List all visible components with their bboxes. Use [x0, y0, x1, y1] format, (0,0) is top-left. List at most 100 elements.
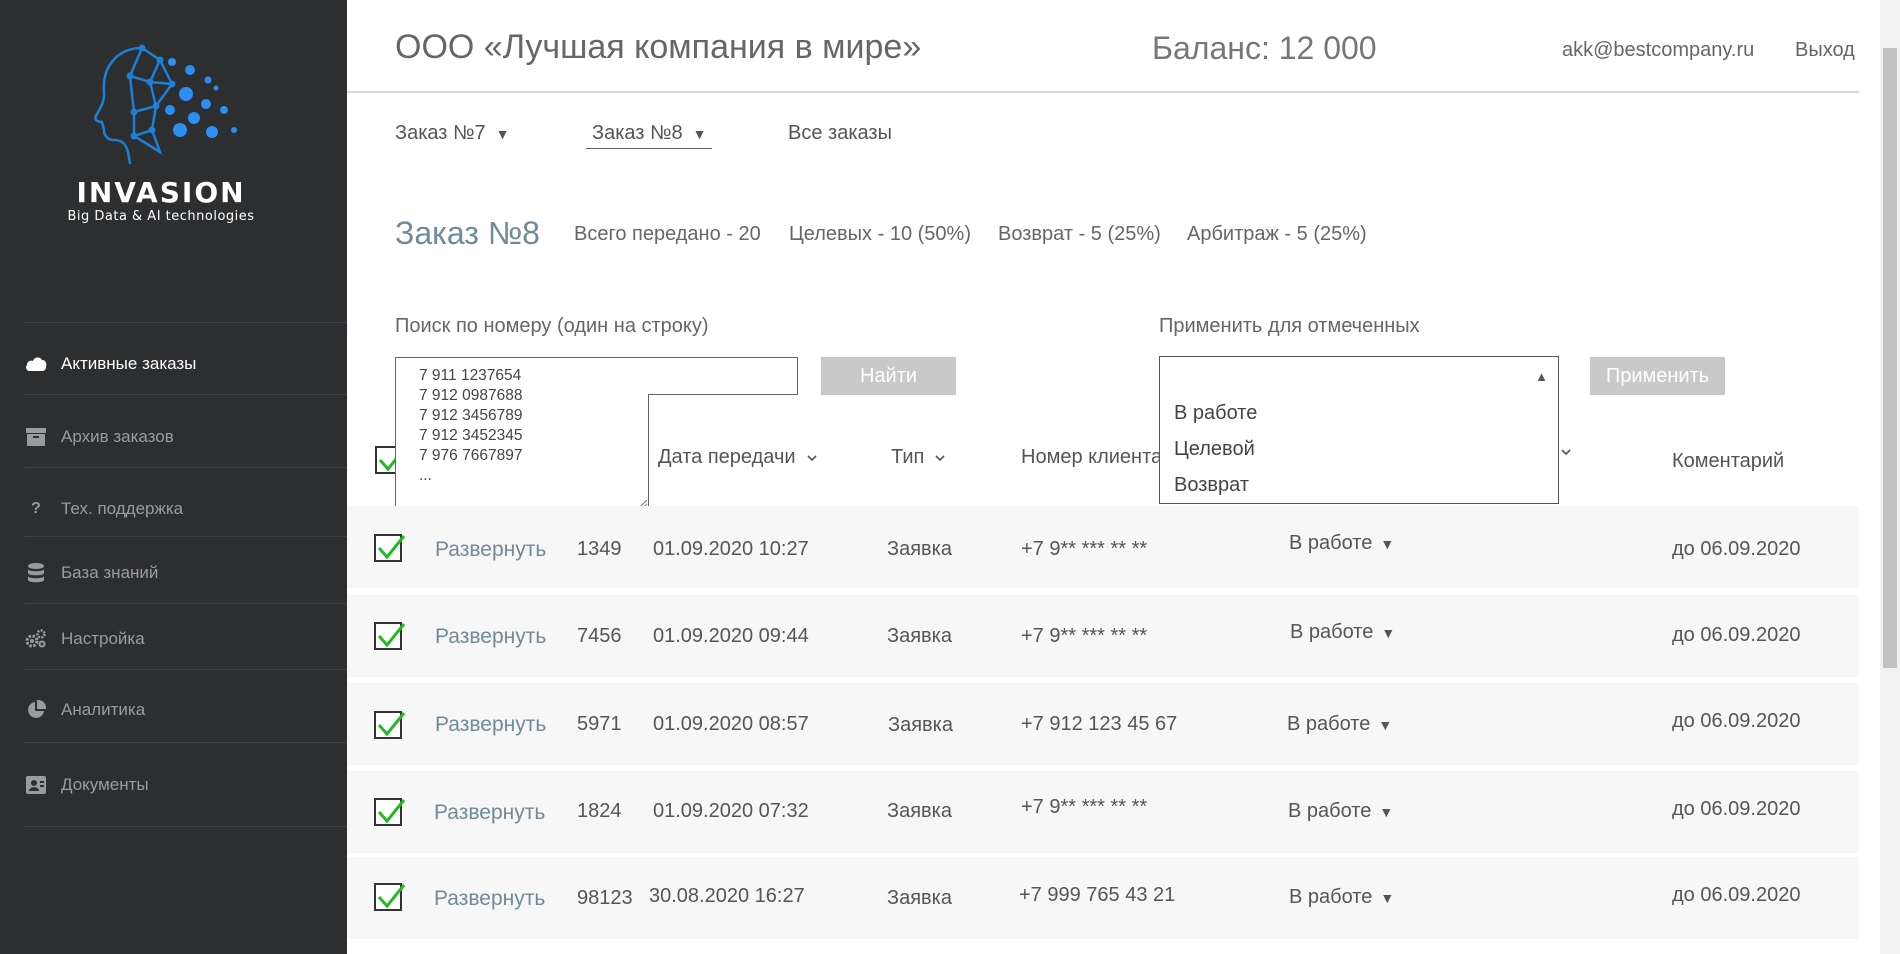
- triangle-down-icon: ▼: [1378, 717, 1393, 733]
- triangle-down-icon: ▼: [1381, 625, 1396, 641]
- triangle-down-icon: ▼: [1379, 804, 1394, 820]
- row-checkbox[interactable]: [374, 883, 406, 911]
- sidebar-item-analytics[interactable]: Аналитика: [24, 692, 324, 728]
- sidebar-item-active-orders[interactable]: Активные заказы: [24, 346, 324, 382]
- divider: [25, 669, 347, 670]
- apply-button[interactable]: Применить: [1590, 357, 1725, 395]
- transfer-date: 01.09.2020 10:27: [653, 538, 809, 560]
- status-select-dropdown[interactable]: ▲ В работе Целевой Возврат: [1159, 356, 1559, 504]
- stat-target: Целевых - 10 (50%): [789, 223, 971, 245]
- transfer-date: 01.09.2020 07:32: [653, 800, 809, 822]
- client-phone: +7 912 123 45 67: [1021, 713, 1178, 735]
- row-comment: до 06.09.2020: [1672, 624, 1801, 646]
- apply-label: Применить для отмеченных: [1159, 315, 1420, 337]
- row-type: Заявка: [888, 714, 953, 736]
- expand-link[interactable]: Развернуть: [434, 887, 545, 911]
- order-id: 7456: [577, 625, 622, 647]
- divider: [25, 826, 347, 827]
- divider: [25, 603, 347, 604]
- client-phone: +7 9** *** ** **: [1021, 625, 1148, 647]
- question-icon: ?: [31, 500, 41, 517]
- logout-link[interactable]: Выход: [1795, 39, 1855, 62]
- column-header-type[interactable]: Тип: [891, 446, 946, 469]
- divider: [25, 742, 347, 743]
- sidebar-item-knowledge-base[interactable]: База знаний: [24, 555, 324, 591]
- sidebar-item-archive[interactable]: Архив заказов: [24, 419, 324, 455]
- row-type: Заявка: [887, 887, 952, 909]
- archive-icon: [24, 425, 48, 449]
- option-in-work[interactable]: В работе: [1174, 402, 1257, 425]
- gears-icon: [24, 627, 48, 651]
- table-row[interactable]: Развернуть 1349 01.09.2020 10:27 Заявка …: [347, 506, 1859, 588]
- balance: Баланс: 12 000: [1152, 30, 1377, 66]
- expand-link[interactable]: Развернуть: [435, 713, 546, 737]
- scrollbar[interactable]: [1880, 0, 1900, 954]
- client-phone: +7 9** *** ** **: [1021, 796, 1148, 818]
- status-dropdown[interactable]: В работе ▼: [1289, 532, 1394, 555]
- database-icon: [24, 561, 48, 585]
- transfer-date: 30.08.2020 16:27: [649, 885, 805, 907]
- find-button[interactable]: Найти: [821, 357, 956, 395]
- sidebar-item-documents[interactable]: Документы: [24, 767, 324, 803]
- table-row[interactable]: Развернуть 5971 01.09.2020 08:57 Заявка …: [347, 683, 1859, 765]
- cloud-icon: [24, 352, 48, 376]
- tab-order-8[interactable]: Заказ №8 ▼: [586, 122, 713, 149]
- row-checkbox[interactable]: [374, 711, 406, 739]
- invasion-logo: [94, 44, 237, 165]
- sidebar-item-settings[interactable]: Настройка: [24, 621, 324, 657]
- status-dropdown[interactable]: В работе ▼: [1288, 800, 1393, 823]
- search-lines: 7 911 1237654 7 912 0987688 7 912 345678…: [419, 366, 522, 486]
- status-dropdown[interactable]: В работе ▼: [1287, 713, 1392, 736]
- tab-order-7[interactable]: Заказ №7 ▼: [395, 122, 509, 145]
- status-label: В работе: [1287, 713, 1371, 735]
- row-type: Заявка: [887, 625, 952, 647]
- sidebar-item-label: Архив заказов: [61, 427, 174, 446]
- order-id: 5971: [577, 713, 622, 735]
- scrollbar-thumb[interactable]: [1883, 48, 1897, 668]
- column-header-client[interactable]: Номер клиента: [1021, 446, 1162, 469]
- column-header-label: Тип: [891, 446, 925, 468]
- row-checkbox[interactable]: [374, 798, 406, 826]
- row-type: Заявка: [887, 800, 952, 822]
- sidebar-item-label: База знаний: [61, 563, 159, 582]
- triangle-down-icon: ▼: [1380, 536, 1395, 552]
- table-row[interactable]: Развернуть 98123 30.08.2020 16:27 Заявка…: [347, 857, 1859, 939]
- table-row[interactable]: Развернуть 7456 01.09.2020 09:44 Заявка …: [347, 595, 1859, 677]
- stat-total: Всего передано - 20: [574, 223, 761, 245]
- status-label: В работе: [1288, 800, 1372, 822]
- row-checkbox[interactable]: [374, 534, 406, 562]
- option-target[interactable]: Целевой: [1174, 438, 1255, 461]
- brand-tagline: Big Data & AI technologies: [67, 209, 255, 224]
- option-return[interactable]: Возврат: [1174, 474, 1249, 497]
- status-label: В работе: [1289, 886, 1373, 908]
- triangle-down-icon: ▼: [692, 125, 707, 142]
- row-checkbox[interactable]: [374, 622, 406, 650]
- account-email[interactable]: akk@bestcompany.ru: [1562, 39, 1754, 62]
- column-header-date[interactable]: Дата передачи: [658, 446, 818, 469]
- search-line: 7 912 0987688: [419, 387, 523, 404]
- transfer-date: 01.09.2020 08:57: [653, 713, 809, 735]
- status-dropdown[interactable]: В работе ▼: [1289, 886, 1394, 909]
- row-comment: до 06.09.2020: [1672, 884, 1801, 906]
- search-line: 7 976 7667897: [419, 447, 523, 464]
- contact-card-icon: [24, 773, 48, 797]
- expand-link[interactable]: Развернуть: [435, 538, 546, 562]
- triangle-down-icon: ▼: [495, 125, 510, 142]
- status-label: В работе: [1290, 621, 1374, 643]
- order-title: Заказ №8: [395, 215, 540, 251]
- expand-link[interactable]: Развернуть: [435, 625, 546, 649]
- sidebar-item-label: Аналитика: [61, 700, 146, 719]
- divider: [25, 467, 347, 468]
- sidebar-item-label: Тех. поддержка: [61, 499, 184, 518]
- expand-link[interactable]: Развернуть: [434, 801, 545, 825]
- column-header-comment: Коментарий: [1672, 450, 1785, 472]
- status-dropdown[interactable]: В работе ▼: [1290, 621, 1395, 644]
- table-row[interactable]: Развернуть 1824 01.09.2020 07:32 Заявка …: [347, 771, 1859, 853]
- row-comment: до 06.09.2020: [1672, 798, 1801, 820]
- sidebar-item-support[interactable]: ? Тех. поддержка: [24, 491, 324, 527]
- chevron-down-icon: [806, 454, 817, 461]
- row-comment: до 06.09.2020: [1672, 710, 1801, 732]
- tab-all-orders[interactable]: Все заказы: [788, 122, 892, 145]
- stat-arbitration: Арбитраж - 5 (25%): [1187, 223, 1367, 245]
- triangle-up-icon: ▲: [1535, 369, 1548, 384]
